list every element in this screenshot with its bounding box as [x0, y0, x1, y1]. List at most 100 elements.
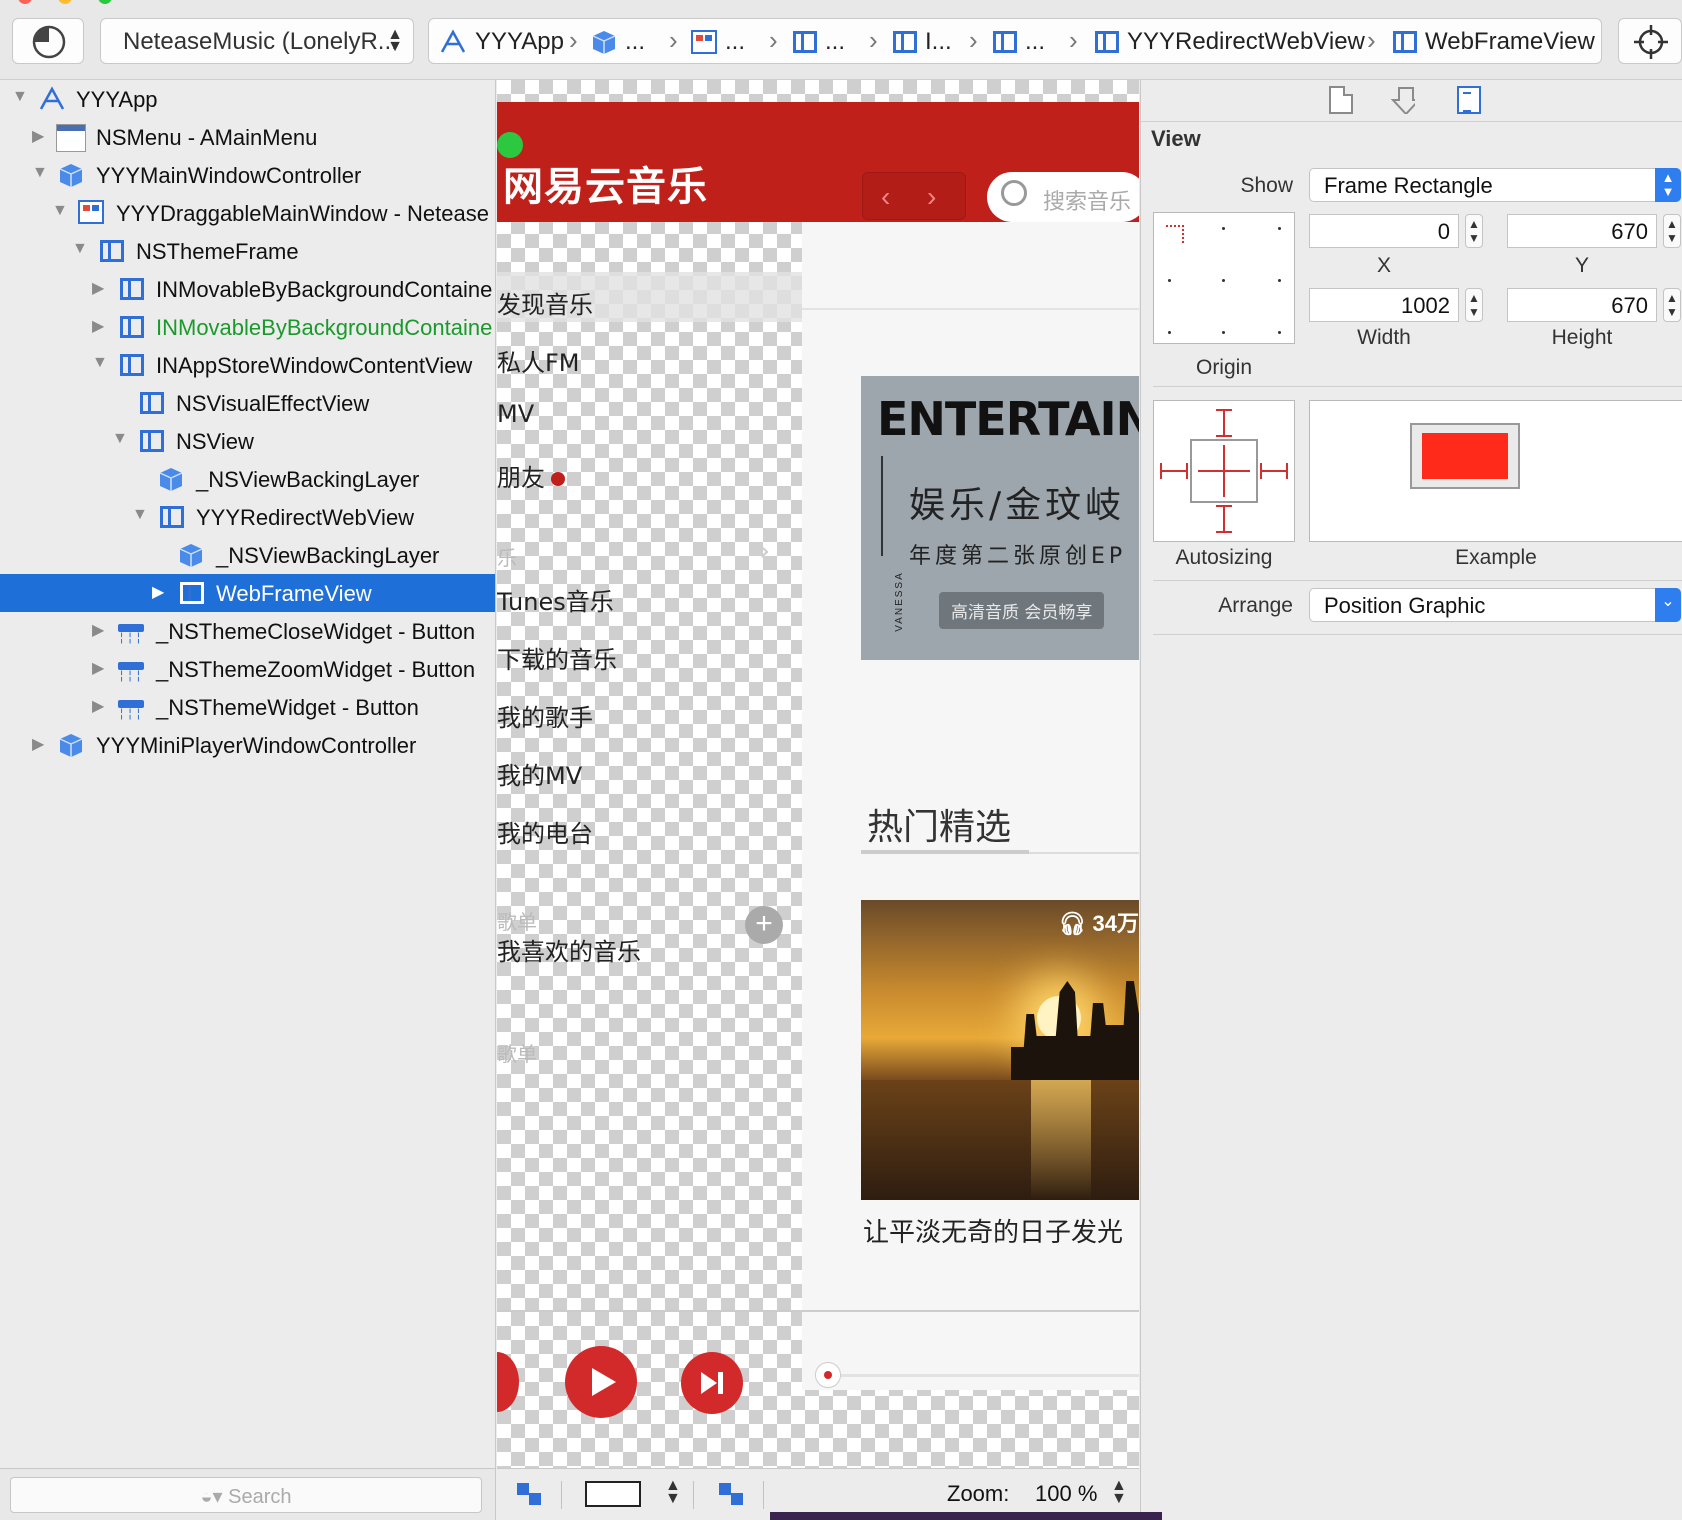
bottom-strut[interactable]	[1223, 505, 1225, 533]
autosizing-control[interactable]	[1153, 400, 1295, 542]
arrange-popup[interactable]: Position Graphic ⌄	[1309, 588, 1681, 622]
minimize-window-button[interactable]	[58, 0, 72, 4]
target-button[interactable]	[1618, 18, 1682, 64]
origin-point[interactable]	[1222, 227, 1225, 230]
promo-banner[interactable]: ENTERTAINME 娱乐/金玟岐 年度第二张原创EP 高清音质 会员畅享 V…	[861, 376, 1139, 660]
playlist-card-caption[interactable]: 让平淡无奇的日子发光	[863, 1212, 1123, 1249]
playlist-card-image[interactable]: 🎧︎ 34万	[861, 900, 1139, 1200]
jumpbar-item-window[interactable]: ...	[691, 28, 745, 56]
width-spring[interactable]	[1198, 470, 1250, 472]
outline-row[interactable]: ▼ YYYRedirectWebView	[0, 498, 495, 536]
orient-3d-icon[interactable]	[719, 1483, 745, 1505]
right-strut[interactable]	[1260, 470, 1288, 472]
origin-point[interactable]	[1168, 331, 1171, 334]
outline-row[interactable]: _NSViewBackingLayer	[0, 536, 495, 574]
zoom-value[interactable]: 100 %	[1035, 1481, 1097, 1507]
outline-row[interactable]: ▼ NSThemeFrame	[0, 232, 495, 270]
back-chevron-icon[interactable]: ‹	[881, 181, 890, 213]
forward-chevron-icon[interactable]: ›	[927, 181, 936, 213]
outline-row[interactable]: ▼ YYYDraggableMainWindow - Netease	[0, 194, 495, 232]
activity-button[interactable]	[12, 18, 84, 64]
zoom-stepper-icon[interactable]: ▲ ▼	[1111, 1478, 1127, 1507]
file-inspector-icon[interactable]	[1329, 86, 1353, 114]
zoom-window-button[interactable]	[98, 0, 112, 4]
y-stepper[interactable]: ▲ ▼	[1663, 214, 1681, 248]
sidebar-item[interactable]: 我的MV	[497, 756, 582, 791]
outline-row[interactable]: ▼ NSView	[0, 422, 495, 460]
height-field[interactable]: 670	[1507, 288, 1657, 322]
x-field[interactable]: 0	[1309, 214, 1459, 248]
left-strut[interactable]	[1160, 470, 1188, 472]
width-stepper[interactable]: ▲ ▼	[1465, 288, 1483, 322]
origin-point[interactable]	[1222, 279, 1225, 282]
object-inspector-icon[interactable]	[1391, 86, 1415, 114]
outline-row[interactable]: ▶ YYYMiniPlayerWindowController	[0, 726, 495, 764]
origin-point[interactable]	[1168, 279, 1171, 282]
outline-row[interactable]: ▼ INAppStoreWindowContentView	[0, 346, 495, 384]
outline-row[interactable]: ▼ YYYApp	[0, 80, 495, 118]
updown-stepper-icon[interactable]: ▲ ▼	[665, 1478, 681, 1507]
sidebar-item[interactable]: 我喜欢的音乐	[497, 932, 641, 967]
progress-track[interactable]	[823, 1374, 1139, 1377]
sidebar-item[interactable]: MV	[497, 400, 534, 428]
outline-row[interactable]: ▶ _NSThemeCloseWidget - Button	[0, 612, 495, 650]
top-strut[interactable]	[1223, 409, 1225, 437]
width-field[interactable]: 1002	[1309, 288, 1459, 322]
play-button[interactable]	[565, 1346, 637, 1418]
y-field[interactable]: 670	[1507, 214, 1657, 248]
sidebar-item[interactable]: Tunes音乐	[497, 582, 614, 617]
outline-row[interactable]: NSVisualEffectView	[0, 384, 495, 422]
origin-point[interactable]	[1278, 331, 1281, 334]
outline-label: YYYDraggableMainWindow - Netease	[116, 201, 489, 226]
outline-row[interactable]: ▶ INMovableByBackgroundContaine	[0, 270, 495, 308]
xcode-window: NeteaseMusic (LonelyR... ▲ ▼ YYYApp › ...…	[0, 0, 1682, 1520]
outline-search-field[interactable]: ◒▾ Search	[10, 1477, 482, 1513]
previous-button[interactable]	[497, 1352, 519, 1412]
next-button[interactable]	[681, 1352, 743, 1414]
jumpbar-item-view[interactable]: I...	[893, 28, 952, 56]
sidebar-item-friends[interactable]: 朋友	[497, 458, 565, 493]
outline-row[interactable]: ▶ NSMenu - AMainMenu	[0, 118, 495, 156]
music-search-field[interactable]: 搜索音乐	[987, 172, 1139, 222]
origin-picker[interactable]	[1153, 212, 1295, 344]
jumpbar-item-object[interactable]: ...	[591, 28, 645, 56]
outline-row[interactable]: _NSViewBackingLayer	[0, 460, 495, 498]
progress-knob[interactable]	[815, 1362, 841, 1388]
chevron-right-icon[interactable]: ›	[759, 534, 770, 567]
next-icon-bar	[718, 1372, 723, 1394]
sidebar-item[interactable]: 私人FM	[497, 343, 580, 378]
outline-row[interactable]: ▶ INMovableByBackgroundContaine	[0, 308, 495, 346]
outline-row[interactable]: ▶ _NSThemeWidget - Button	[0, 688, 495, 726]
scheme-selector[interactable]: NeteaseMusic (LonelyR... ▲ ▼	[100, 18, 414, 64]
height-stepper[interactable]: ▲ ▼	[1663, 288, 1681, 322]
origin-point[interactable]	[1278, 227, 1281, 230]
spacing-rect-icon[interactable]	[585, 1481, 641, 1507]
sidebar-item[interactable]: 我的电台	[497, 814, 593, 849]
banner-artist: VANESSA	[893, 571, 905, 632]
jumpbar-item-webframeview[interactable]: WebFrameView	[1393, 28, 1595, 56]
x-stepper[interactable]: ▲ ▼	[1465, 214, 1483, 248]
origin-point[interactable]	[1278, 279, 1281, 282]
outline-row[interactable]: ▼ YYYMainWindowController	[0, 156, 495, 194]
outline-row[interactable]: ▶ _NSThemeZoomWidget - Button	[0, 650, 495, 688]
inspector-section-title: View	[1151, 126, 1201, 151]
add-playlist-icon[interactable]: +	[745, 906, 783, 944]
sidebar-item[interactable]: 我的歌手	[497, 698, 593, 733]
show-clipped-icon[interactable]	[517, 1483, 543, 1505]
jumpbar-item-redirect-webview[interactable]: YYYRedirectWebView	[1095, 28, 1365, 56]
outline-row-selected[interactable]: ▶ WebFrameView	[0, 574, 495, 612]
jumpbar-item-view[interactable]: ...	[793, 28, 845, 56]
example-superview	[1410, 423, 1520, 489]
bottom-strut-cap	[1216, 531, 1232, 533]
jumpbar-item-view[interactable]: ...	[993, 28, 1045, 56]
right-strut-cap	[1286, 463, 1288, 479]
size-inspector-icon[interactable]	[1457, 86, 1481, 114]
close-window-button[interactable]	[18, 0, 32, 4]
origin-point[interactable]	[1222, 331, 1225, 334]
y-label: Y	[1574, 254, 1589, 277]
sidebar-item[interactable]: 下载的音乐	[497, 640, 617, 675]
view-debugger-canvas[interactable]: 网易云音乐 ‹ › 搜索音乐 发现音乐 私人FM MV 朋友 乐 › Tunes…	[497, 80, 1139, 1468]
jumpbar-item-app[interactable]: YYYApp	[439, 28, 564, 56]
sidebar-item[interactable]: 发现音乐	[497, 285, 593, 320]
show-popup[interactable]: Frame Rectangle ▲ ▼	[1309, 168, 1681, 202]
